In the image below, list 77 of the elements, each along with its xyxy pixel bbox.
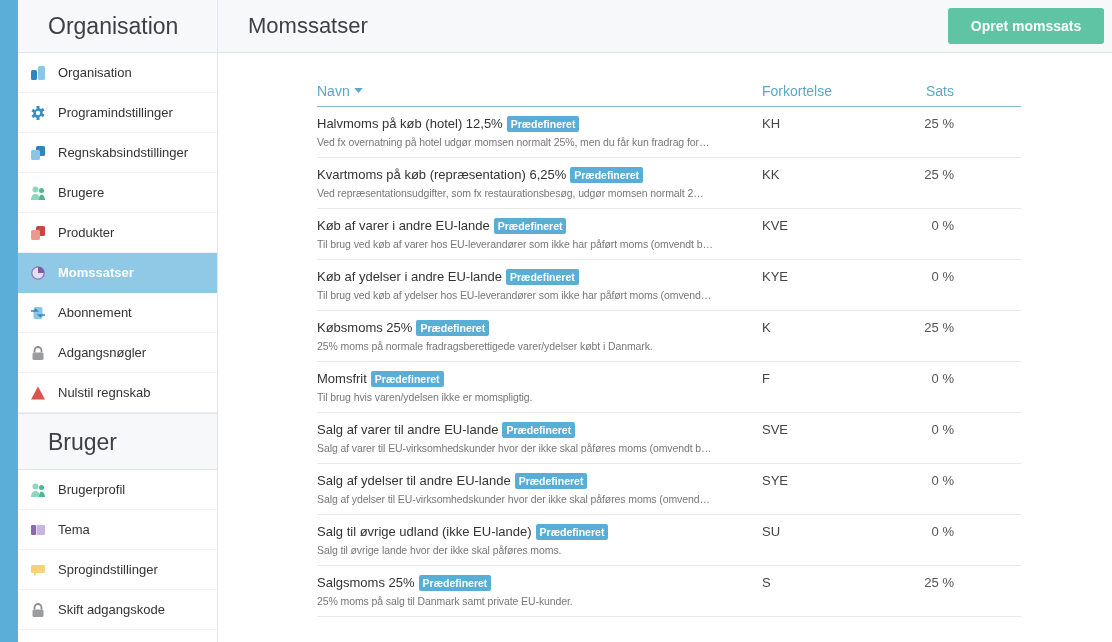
sidebar-item[interactable]: Tema xyxy=(18,510,217,550)
predefined-badge: Prædefineret xyxy=(506,268,579,285)
columns-icon xyxy=(31,522,45,537)
vat-name: Køb af ydelser i andre EU-lande xyxy=(317,269,502,284)
abbreviation-cell: KVE xyxy=(762,218,788,233)
sidebar-item[interactable]: Brugerprofil xyxy=(18,470,217,510)
description-text: Til brug ved køb af varer hos EU-leverandører som ikke har påført moms (omvendt b… xyxy=(317,238,714,250)
squares-icon xyxy=(31,145,45,160)
vat-name: Salg af varer til andre EU-lande xyxy=(317,422,499,437)
section-header: Organisation xyxy=(18,0,217,53)
blocks-icon xyxy=(31,65,45,80)
rate-cell: 25 % xyxy=(924,575,954,590)
lock-icon xyxy=(31,345,45,360)
abbreviation-cell: F xyxy=(762,371,770,386)
rate-cell: 25 % xyxy=(924,167,954,182)
rate-cell: 25 % xyxy=(924,320,954,335)
description-text: Salg af varer til EU-virksomhedskunder hvor der ikke skal påføres moms (omvendt b… xyxy=(317,442,713,454)
predefined-badge: Prædefineret xyxy=(493,217,567,234)
settings-icon xyxy=(31,105,45,120)
vat-name: Kvartmoms på køb (repræsentation) 6,25% xyxy=(317,167,567,182)
vat-name: Salg af ydelser til andre EU-lande xyxy=(317,473,511,488)
sidebar-item[interactable]: Organisation xyxy=(18,53,217,93)
lock-icon xyxy=(31,602,45,617)
rate-cell: 0 % xyxy=(931,218,954,233)
sidebar-item[interactable]: Abonnement xyxy=(18,293,217,333)
description-text: 25% moms på salg til Danmark samt private EU-kunder. xyxy=(317,595,574,607)
vat-name: Købsmoms 25% xyxy=(317,320,413,335)
squares-icon xyxy=(31,225,45,240)
vat-name: Halvmoms på køb (hotel) 12,5% xyxy=(317,116,503,131)
description-text: Salg til øvrige lande hvor der ikke skal påføres moms. xyxy=(317,544,563,556)
rate-cell: 0 % xyxy=(931,269,954,284)
predefined-badge: Prædefineret xyxy=(514,472,588,489)
sidebar-item[interactable]: Adgangsnøgler xyxy=(18,333,217,373)
rate-cell: 0 % xyxy=(931,422,954,437)
predefined-badge: Prædefineret xyxy=(370,370,444,387)
vat-name: Momsfrit xyxy=(317,371,367,386)
rate-cell: 0 % xyxy=(931,473,954,488)
rate-cell: 0 % xyxy=(931,371,954,386)
triangle-icon xyxy=(31,385,45,400)
description-text: Til brug hvis varen/ydelsen ikke er momspligtig. xyxy=(317,391,534,403)
page-title: Momssatser xyxy=(248,13,368,39)
pie-chart-icon xyxy=(31,265,45,280)
description-text: Ved repræsentationsudgifter, som fx restaurationsbesøg, udgør momsen normalt 2… xyxy=(317,187,705,199)
sidebar-item[interactable]: Sprogindstillinger xyxy=(18,550,217,590)
abbreviation-cell: KH xyxy=(762,116,781,131)
abbreviation-cell: S xyxy=(762,575,771,590)
section-header: Bruger xyxy=(18,413,217,470)
rate-cell: 25 % xyxy=(924,116,954,131)
rate-cell: 0 % xyxy=(931,524,954,539)
vat-name: Salgsmoms 25% xyxy=(317,575,415,590)
vat-name: Køb af varer i andre EU-lande xyxy=(317,218,490,233)
predefined-badge: Prædefineret xyxy=(570,166,644,183)
abbreviation-cell: SU xyxy=(762,524,781,539)
caret-icon xyxy=(353,88,363,93)
sidebar-item[interactable]: Skift adgangskode xyxy=(18,590,217,630)
predefined-badge: Prædefineret xyxy=(416,319,490,336)
sidebar-item[interactable]: Regnskabsindstillinger xyxy=(18,133,217,173)
description-text: Til brug ved køb af ydelser hos EU-leverandører som ikke har påført moms (omvend… xyxy=(317,289,713,301)
abbreviation-cell: KYE xyxy=(762,269,788,284)
predefined-badge: Prædefineret xyxy=(506,115,580,132)
predefined-badge: Prædefineret xyxy=(535,523,609,540)
description-text: 25% moms på normale fradragsberettigede varer/ydelser købt i Danmark. xyxy=(317,340,654,352)
abbreviation-cell: SYE xyxy=(762,473,788,488)
abbreviation-cell: SVE xyxy=(762,422,788,437)
abbreviation-cell: KK xyxy=(762,167,780,182)
abbreviation-cell: K xyxy=(762,320,771,335)
speech-bubble-icon xyxy=(31,562,45,577)
sidebar-item[interactable]: Brugere xyxy=(18,173,217,213)
predefined-badge: Prædefineret xyxy=(502,421,576,438)
vat-name: Salg til øvrige udland (ikke EU-lande) xyxy=(317,524,532,539)
transfer-icon xyxy=(31,305,45,320)
users-icon xyxy=(31,185,45,200)
description-text: Ved fx overnatning på hotel udgør momsen normalt 25%, men du får kun fradrag for… xyxy=(317,136,711,148)
users-icon xyxy=(31,482,45,497)
description-text: Salg af ydelser til EU-virksomhedskunder hvor der ikke skal påføres moms (omvend… xyxy=(317,493,711,505)
predefined-badge: Prædefineret xyxy=(418,574,492,591)
sidebar-item[interactable]: Programindstillinger xyxy=(18,93,217,133)
